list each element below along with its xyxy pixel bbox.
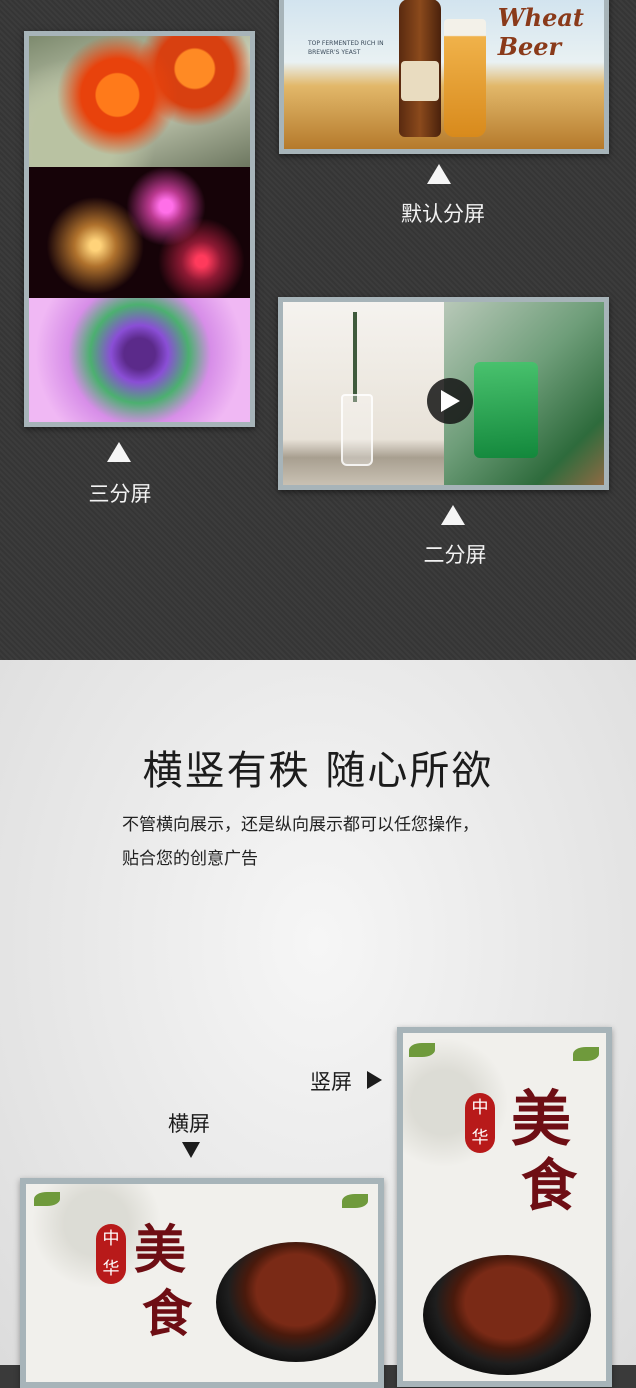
vase-branch-image	[283, 302, 444, 485]
bottle-label	[401, 61, 439, 101]
seal-char-2: 华	[102, 1259, 120, 1279]
video-play-button[interactable]	[427, 378, 473, 424]
three-split-caption: 三分屏	[88, 482, 152, 506]
beer-title-line1: Wheat	[497, 3, 584, 32]
wheat-beer-poster-image: TOP FERMENTED RICH IN BREWER'S YEAST Whe…	[284, 0, 604, 149]
play-icon	[441, 390, 460, 412]
chinese-food-poster-image: 中 华 美 食	[26, 1184, 378, 1382]
leaf-decoration	[34, 1192, 60, 1206]
split-screen-section: 三分屏 TOP FERMENTED RICH IN BREWER'S YEAST…	[0, 0, 636, 660]
poster-seal: 中 华	[465, 1093, 495, 1153]
horizontal-screen-label: 横屏	[168, 1112, 210, 1136]
beef-noodle-bowl-image	[216, 1242, 376, 1362]
default-split-caption: 默认分屏	[401, 202, 485, 226]
green-jar-shape	[473, 362, 538, 458]
succulent-image	[29, 298, 250, 422]
description-line-1: 不管横向展示，还是纵向展示都可以任您操作，	[122, 815, 479, 835]
poster-main-char-2: 食	[521, 1153, 577, 1219]
glass-vase-shape	[341, 394, 373, 466]
poster-seal: 中 华	[96, 1224, 126, 1284]
horizontal-screen-poster: 中 华 美 食	[20, 1178, 384, 1388]
leaf-decoration	[409, 1043, 435, 1057]
fireworks-image	[29, 167, 250, 298]
poster-main-char-2: 食	[142, 1284, 192, 1343]
seal-char-1: 中	[471, 1098, 489, 1118]
vertical-screen-label: 竖屏	[310, 1070, 352, 1094]
beer-glass-image	[444, 19, 486, 137]
beef-noodle-bowl-image	[423, 1255, 591, 1375]
chinese-food-poster-image: 中 华 美 食	[403, 1033, 606, 1381]
beer-sub-text: TOP FERMENTED RICH IN BREWER'S YEAST	[308, 40, 384, 56]
triangle-down-icon	[182, 1142, 200, 1158]
triangle-up-icon	[441, 505, 465, 525]
two-split-caption: 二分屏	[423, 543, 487, 567]
poster-main-char-1: 美	[134, 1220, 187, 1281]
section-description: 不管横向展示，还是纵向展示都可以任您操作， 贴合您的创意广告	[122, 808, 542, 876]
seal-char-2: 华	[471, 1128, 489, 1148]
beer-title: Wheat Beer	[498, 3, 584, 61]
vertical-screen-poster: 中 华 美 食	[397, 1027, 612, 1387]
triangle-up-icon	[427, 164, 451, 184]
three-split-screen-frame	[24, 31, 255, 427]
section-headline: 横竖有秩 随心所欲	[142, 748, 494, 794]
beer-title-line2: Beer	[497, 32, 562, 61]
default-split-screen-frame: TOP FERMENTED RICH IN BREWER'S YEAST Whe…	[279, 0, 609, 154]
leaf-decoration	[342, 1194, 368, 1208]
two-split-screen-frame	[278, 297, 609, 490]
seal-char-1: 中	[102, 1229, 120, 1249]
leaf-decoration	[573, 1047, 599, 1061]
triangle-up-icon	[107, 442, 131, 462]
branch-shape	[353, 312, 357, 402]
triangle-right-icon	[367, 1071, 382, 1089]
description-line-2: 贴合您的创意广告	[122, 849, 258, 869]
cactus-flower-image	[29, 36, 250, 167]
